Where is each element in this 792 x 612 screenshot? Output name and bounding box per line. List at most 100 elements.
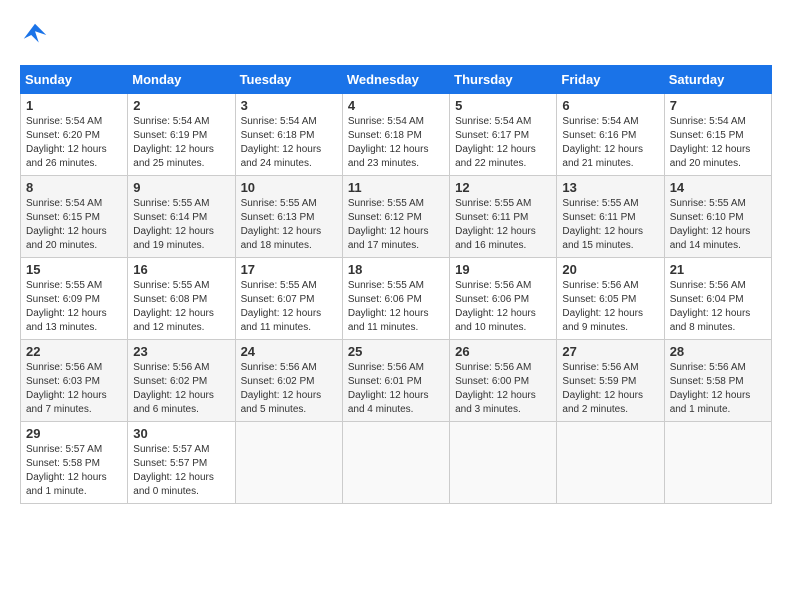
day-info: Sunrise: 5:55 AMSunset: 6:09 PMDaylight:… xyxy=(26,279,122,335)
calendar-cell: 1 Sunrise: 5:54 AMSunset: 6:20 PMDaylight… xyxy=(21,94,128,176)
calendar-cell: 9 Sunrise: 5:55 AMSunset: 6:14 PMDaylight… xyxy=(128,176,235,258)
calendar-cell: 5 Sunrise: 5:54 AMSunset: 6:17 PMDaylight… xyxy=(450,94,557,176)
day-info: Sunrise: 5:56 AMSunset: 6:01 PMDaylight:… xyxy=(348,361,444,417)
calendar-cell xyxy=(450,422,557,504)
day-of-week-header: Sunday xyxy=(21,66,128,94)
day-info: Sunrise: 5:56 AMSunset: 5:58 PMDaylight:… xyxy=(670,361,766,417)
calendar-cell: 4Sunrise: 5:54 AMSunset: 6:18 PMDaylight… xyxy=(342,94,449,176)
day-info: Sunrise: 5:56 AMSunset: 6:06 PMDaylight:… xyxy=(455,279,551,335)
day-number: 9 xyxy=(133,180,229,195)
calendar-cell: 25 Sunrise: 5:56 AMSunset: 6:01 PMDayligh… xyxy=(342,340,449,422)
day-info: Sunrise: 5:55 AMSunset: 6:08 PMDaylight:… xyxy=(133,279,229,335)
calendar-week-row: 29 Sunrise: 5:57 AMSunset: 5:58 PMDayligh… xyxy=(21,422,772,504)
day-of-week-header: Friday xyxy=(557,66,664,94)
day-of-week-header: Monday xyxy=(128,66,235,94)
day-info: Sunrise: 5:56 AMSunset: 6:02 PMDaylight:… xyxy=(133,361,229,417)
day-number: 26 xyxy=(455,344,551,359)
day-number: 22 xyxy=(26,344,122,359)
calendar-cell: 22 Sunrise: 5:56 AMSunset: 6:03 PMDayligh… xyxy=(21,340,128,422)
day-info: Sunrise: 5:55 AMSunset: 6:10 PMDaylight:… xyxy=(670,197,766,253)
calendar-cell: 27 Sunrise: 5:56 AMSunset: 5:59 PMDayligh… xyxy=(557,340,664,422)
day-info: Sunrise: 5:57 AMSunset: 5:57 PMDaylight:… xyxy=(133,443,229,499)
calendar-cell: 7 Sunrise: 5:54 AMSunset: 6:15 PMDaylight… xyxy=(664,94,771,176)
calendar-cell xyxy=(342,422,449,504)
calendar-cell: 10Sunrise: 5:55 AMSunset: 6:13 PMDayligh… xyxy=(235,176,342,258)
calendar-cell: 6 Sunrise: 5:54 AMSunset: 6:16 PMDaylight… xyxy=(557,94,664,176)
day-number: 25 xyxy=(348,344,444,359)
calendar-cell: 2 Sunrise: 5:54 AMSunset: 6:19 PMDaylight… xyxy=(128,94,235,176)
day-info: Sunrise: 5:54 AMSunset: 6:16 PMDaylight:… xyxy=(562,115,658,171)
day-number: 27 xyxy=(562,344,658,359)
day-number: 4 xyxy=(348,98,444,113)
day-info: Sunrise: 5:56 AMSunset: 6:04 PMDaylight:… xyxy=(670,279,766,335)
calendar-cell: 20 Sunrise: 5:56 AMSunset: 6:05 PMDayligh… xyxy=(557,258,664,340)
calendar-table: SundayMondayTuesdayWednesdayThursdayFrid… xyxy=(20,65,772,504)
day-of-week-header: Thursday xyxy=(450,66,557,94)
day-number: 24 xyxy=(241,344,337,359)
calendar-cell: 16 Sunrise: 5:55 AMSunset: 6:08 PMDayligh… xyxy=(128,258,235,340)
day-number: 30 xyxy=(133,426,229,441)
day-number: 5 xyxy=(455,98,551,113)
calendar-cell: 8 Sunrise: 5:54 AMSunset: 6:15 PMDaylight… xyxy=(21,176,128,258)
day-info: Sunrise: 5:54 AMSunset: 6:17 PMDaylight:… xyxy=(455,115,551,171)
day-number: 28 xyxy=(670,344,766,359)
day-info: Sunrise: 5:54 AMSunset: 6:18 PMDaylight:… xyxy=(241,115,337,171)
calendar-cell: 28 Sunrise: 5:56 AMSunset: 5:58 PMDayligh… xyxy=(664,340,771,422)
day-number: 13 xyxy=(562,180,658,195)
calendar-cell xyxy=(557,422,664,504)
day-of-week-header: Wednesday xyxy=(342,66,449,94)
day-of-week-header: Saturday xyxy=(664,66,771,94)
day-number: 16 xyxy=(133,262,229,277)
day-number: 20 xyxy=(562,262,658,277)
day-info: Sunrise: 5:56 AMSunset: 6:03 PMDaylight:… xyxy=(26,361,122,417)
calendar-cell: 15 Sunrise: 5:55 AMSunset: 6:09 PMDayligh… xyxy=(21,258,128,340)
calendar-cell: 21 Sunrise: 5:56 AMSunset: 6:04 PMDayligh… xyxy=(664,258,771,340)
day-number: 1 xyxy=(26,98,122,113)
calendar-cell: 26Sunrise: 5:56 AMSunset: 6:00 PMDayligh… xyxy=(450,340,557,422)
day-number: 21 xyxy=(670,262,766,277)
day-info: Sunrise: 5:55 AMSunset: 6:14 PMDaylight:… xyxy=(133,197,229,253)
day-number: 2 xyxy=(133,98,229,113)
day-info: Sunrise: 5:54 AMSunset: 6:19 PMDaylight:… xyxy=(133,115,229,171)
day-number: 15 xyxy=(26,262,122,277)
calendar-cell: 18Sunrise: 5:55 AMSunset: 6:06 PMDayligh… xyxy=(342,258,449,340)
day-number: 3 xyxy=(241,98,337,113)
logo-icon xyxy=(20,20,50,50)
day-info: Sunrise: 5:54 AMSunset: 6:20 PMDaylight:… xyxy=(26,115,122,171)
calendar-week-row: 15 Sunrise: 5:55 AMSunset: 6:09 PMDayligh… xyxy=(21,258,772,340)
day-info: Sunrise: 5:55 AMSunset: 6:12 PMDaylight:… xyxy=(348,197,444,253)
calendar-cell: 17Sunrise: 5:55 AMSunset: 6:07 PMDayligh… xyxy=(235,258,342,340)
day-number: 7 xyxy=(670,98,766,113)
day-number: 14 xyxy=(670,180,766,195)
day-number: 23 xyxy=(133,344,229,359)
calendar-cell: 13 Sunrise: 5:55 AMSunset: 6:11 PMDayligh… xyxy=(557,176,664,258)
day-number: 12 xyxy=(455,180,551,195)
calendar-cell: 3 Sunrise: 5:54 AMSunset: 6:18 PMDaylight… xyxy=(235,94,342,176)
day-info: Sunrise: 5:55 AMSunset: 6:07 PMDaylight:… xyxy=(241,279,337,335)
day-number: 11 xyxy=(348,180,444,195)
calendar-week-row: 8 Sunrise: 5:54 AMSunset: 6:15 PMDaylight… xyxy=(21,176,772,258)
day-number: 8 xyxy=(26,180,122,195)
day-info: Sunrise: 5:56 AMSunset: 6:05 PMDaylight:… xyxy=(562,279,658,335)
calendar-week-row: 22 Sunrise: 5:56 AMSunset: 6:03 PMDayligh… xyxy=(21,340,772,422)
calendar-cell: 23 Sunrise: 5:56 AMSunset: 6:02 PMDayligh… xyxy=(128,340,235,422)
calendar-cell: 11 Sunrise: 5:55 AMSunset: 6:12 PMDayligh… xyxy=(342,176,449,258)
day-number: 29 xyxy=(26,426,122,441)
day-info: Sunrise: 5:56 AMSunset: 5:59 PMDaylight:… xyxy=(562,361,658,417)
day-number: 6 xyxy=(562,98,658,113)
day-info: Sunrise: 5:55 AMSunset: 6:11 PMDaylight:… xyxy=(562,197,658,253)
calendar-cell xyxy=(664,422,771,504)
calendar-cell: 14 Sunrise: 5:55 AMSunset: 6:10 PMDayligh… xyxy=(664,176,771,258)
page-header xyxy=(20,20,772,50)
calendar-cell: 12 Sunrise: 5:55 AMSunset: 6:11 PMDayligh… xyxy=(450,176,557,258)
day-number: 18 xyxy=(348,262,444,277)
day-info: Sunrise: 5:54 AMSunset: 6:15 PMDaylight:… xyxy=(670,115,766,171)
day-info: Sunrise: 5:57 AMSunset: 5:58 PMDaylight:… xyxy=(26,443,122,499)
calendar-week-row: 1 Sunrise: 5:54 AMSunset: 6:20 PMDaylight… xyxy=(21,94,772,176)
day-info: Sunrise: 5:55 AMSunset: 6:11 PMDaylight:… xyxy=(455,197,551,253)
day-info: Sunrise: 5:54 AMSunset: 6:15 PMDaylight:… xyxy=(26,197,122,253)
calendar-cell xyxy=(235,422,342,504)
calendar-header-row: SundayMondayTuesdayWednesdayThursdayFrid… xyxy=(21,66,772,94)
day-number: 19 xyxy=(455,262,551,277)
day-info: Sunrise: 5:56 AMSunset: 6:02 PMDaylight:… xyxy=(241,361,337,417)
